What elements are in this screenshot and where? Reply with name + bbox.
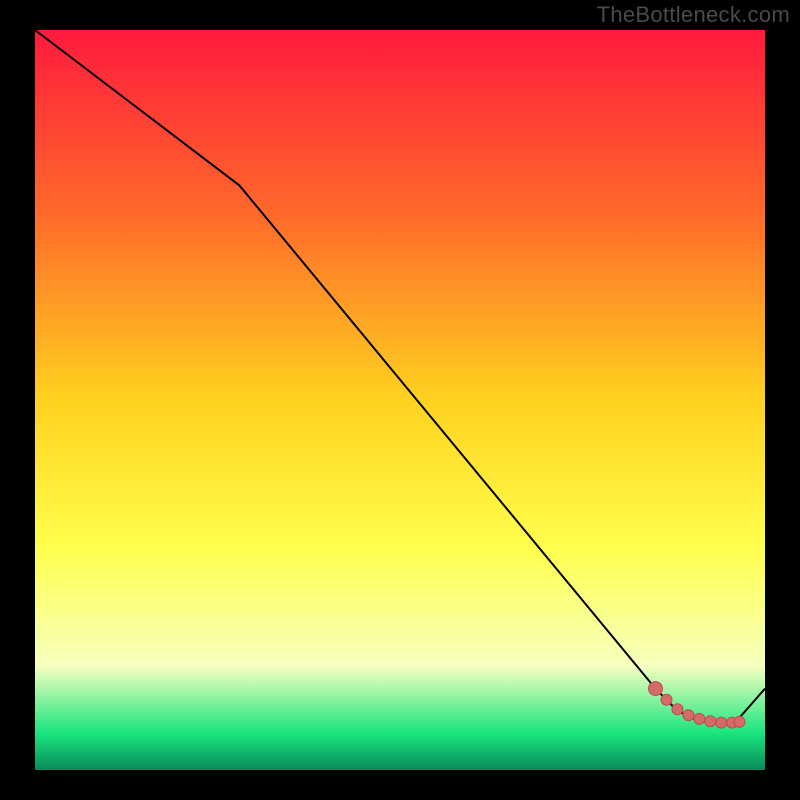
chart-frame: TheBottleneck.com [0, 0, 800, 800]
chart-svg [35, 30, 765, 770]
plot-area [35, 30, 765, 770]
marker-point [672, 704, 683, 715]
marker-point [705, 716, 716, 727]
watermark-text: TheBottleneck.com [597, 2, 790, 28]
marker-point [734, 716, 745, 727]
gradient-background [35, 30, 765, 770]
marker-point [694, 713, 705, 724]
marker-point [649, 682, 663, 696]
marker-point [683, 710, 694, 721]
marker-point [716, 717, 727, 728]
marker-point [661, 694, 672, 705]
